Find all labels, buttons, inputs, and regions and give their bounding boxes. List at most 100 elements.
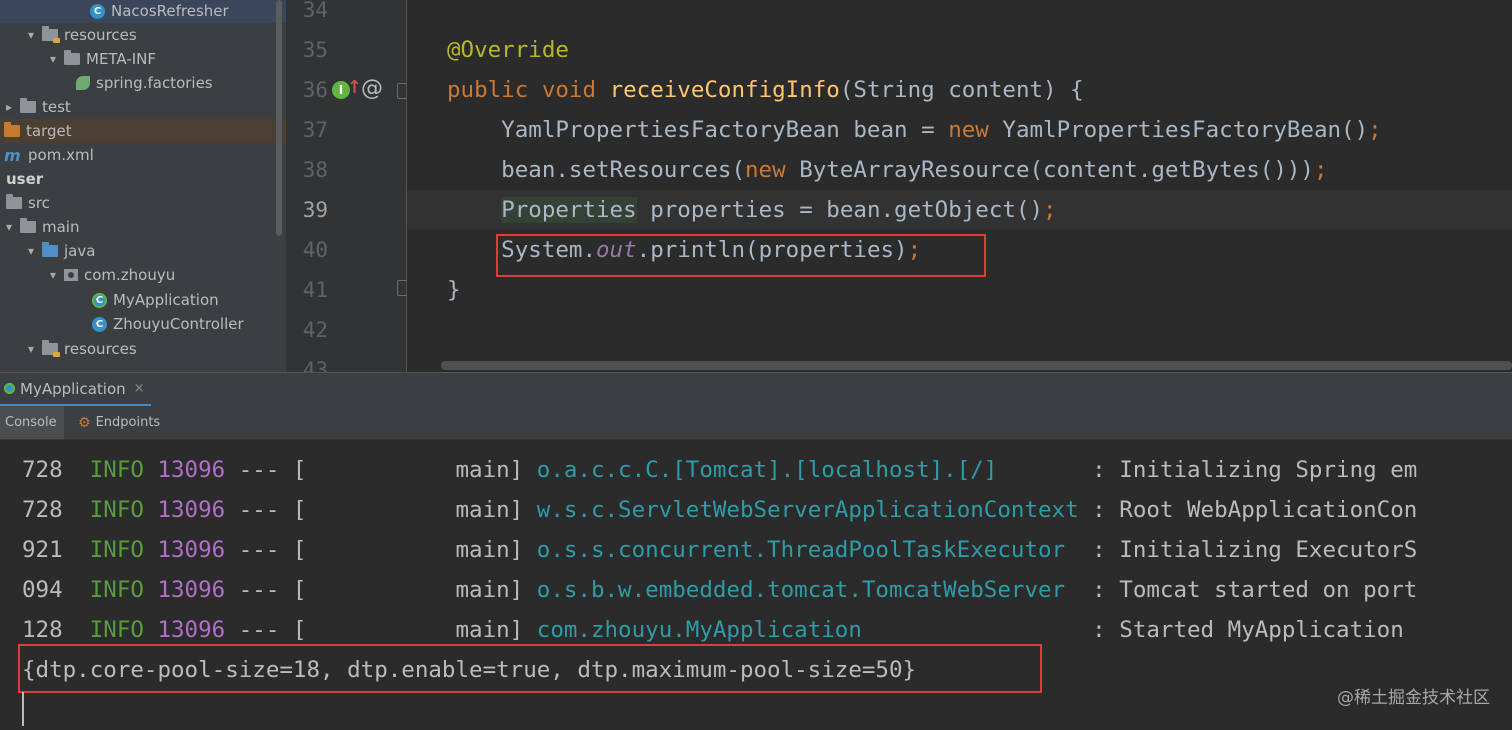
chevron-right-icon[interactable]: ▸ xyxy=(2,100,16,114)
log-thread: main] xyxy=(306,457,537,483)
tab-endpoints[interactable]: ⚙ Endpoints xyxy=(78,406,160,439)
code-token: ; xyxy=(1043,197,1057,223)
code-token: ; xyxy=(1368,117,1382,143)
line-number: 36 xyxy=(302,78,328,102)
log-pid: 13096 xyxy=(157,577,226,603)
folder-icon xyxy=(20,218,36,233)
log-thread: main] xyxy=(306,577,537,603)
code-token: public void xyxy=(447,77,610,103)
line-number: 42 xyxy=(302,318,328,342)
tree-item-label: spring.factories xyxy=(96,74,213,92)
chevron-down-icon[interactable]: ▾ xyxy=(24,342,38,356)
log-thread: main] xyxy=(306,617,537,643)
log-level: INFO xyxy=(89,457,144,483)
code-token: ; xyxy=(1313,157,1328,183)
folder-icon xyxy=(4,122,20,137)
tree-item-resources-2[interactable]: ▾ resources xyxy=(0,337,286,361)
log-thread: main] xyxy=(306,537,537,563)
tab-console[interactable]: Console xyxy=(0,406,64,439)
package-icon xyxy=(64,269,78,281)
tree-item-label: src xyxy=(28,194,50,212)
tree-item-zhouyucontroller[interactable]: C ZhouyuController xyxy=(0,312,286,336)
code-token: Properties xyxy=(501,197,637,223)
log-time: 921 xyxy=(22,537,63,563)
code-token: (String content) { xyxy=(839,77,1084,103)
code-editor[interactable]: @Override public void receiveConfigInfo(… xyxy=(407,0,1512,372)
log-logger: o.s.b.w.embedded.tomcat.TomcatWebServer xyxy=(536,577,1079,603)
folder-icon xyxy=(6,194,22,209)
tree-item-meta-inf[interactable]: ▾ META-INF xyxy=(0,47,286,71)
log-line: 921 INFO 13096 --- [ main] o.s.s.concurr… xyxy=(22,530,1417,570)
editor-horizontal-scrollbar[interactable] xyxy=(441,361,1512,370)
endpoints-icon: ⚙ xyxy=(78,414,91,431)
chevron-down-icon[interactable]: ▾ xyxy=(2,220,16,234)
code-token: new xyxy=(948,117,989,143)
tree-item-com-zhouyu[interactable]: ▾ com.zhouyu xyxy=(0,263,286,287)
tree-item-java[interactable]: ▾ java xyxy=(0,239,286,263)
class-icon: C xyxy=(92,292,107,308)
log-time: 094 xyxy=(22,577,63,603)
class-icon: C xyxy=(92,316,107,332)
tree-item-src[interactable]: src xyxy=(0,191,286,215)
tree-scrollbar[interactable] xyxy=(276,0,282,236)
log-line: 728 INFO 13096 --- [ main] o.a.c.c.C.[To… xyxy=(22,450,1417,490)
run-toolwindow-header: MyApplication × xyxy=(0,372,1512,407)
tree-item-nacosrefresher[interactable]: C NacosRefresher xyxy=(0,0,286,23)
log-message: : Initializing Spring em xyxy=(1078,457,1418,483)
chevron-down-icon[interactable]: ▾ xyxy=(46,52,60,66)
log-level: INFO xyxy=(89,537,144,563)
log-line: 728 INFO 13096 --- [ main] w.s.c.Servlet… xyxy=(22,490,1417,530)
log-sep: --- [ xyxy=(225,457,307,483)
log-message: : Root WebApplicationCon xyxy=(1078,497,1418,523)
log-level: INFO xyxy=(89,577,144,603)
chevron-down-icon[interactable]: ▾ xyxy=(24,28,38,42)
tree-item-spring-factories[interactable]: spring.factories xyxy=(0,71,286,95)
log-pid: 13096 xyxy=(157,497,226,523)
log-line: 094 INFO 13096 --- [ main] o.s.b.w.embed… xyxy=(22,570,1417,610)
log-thread: main] xyxy=(306,497,537,523)
line-number: 35 xyxy=(302,38,328,62)
log-time: 728 xyxy=(22,497,63,523)
tree-item-test[interactable]: ▸ test xyxy=(0,95,286,119)
editor-gutter: 34 35 36 37 38 39 40 41 42 43 I ↑ @ xyxy=(286,0,413,382)
log-sep: --- [ xyxy=(225,617,307,643)
tree-item-label: MyApplication xyxy=(113,291,219,309)
log-time: 728 xyxy=(22,457,63,483)
log-time: 128 xyxy=(22,617,63,643)
line-number: 38 xyxy=(302,158,328,182)
log-logger: o.s.s.concurrent.ThreadPoolTaskExecutor xyxy=(536,537,1079,563)
chevron-down-icon[interactable]: ▾ xyxy=(24,244,38,258)
run-subtabs: Console ⚙ Endpoints xyxy=(0,406,1512,440)
console-output[interactable]: 728 INFO 13096 --- [ main] o.a.c.c.C.[To… xyxy=(0,440,1512,730)
tree-item-pom-xml[interactable]: m pom.xml xyxy=(0,143,286,167)
override-icon[interactable]: @ xyxy=(361,76,383,101)
code-line-35: @Override xyxy=(447,37,569,63)
code-token: ByteArrayResource(content.getBytes())) xyxy=(785,157,1314,183)
line-number: 40 xyxy=(302,238,328,262)
watermark: @稀土掘金技术社区 xyxy=(1337,688,1490,708)
close-icon[interactable]: × xyxy=(134,381,145,396)
tab-console-label: Console xyxy=(5,415,57,430)
line-number: 39 xyxy=(302,198,328,222)
log-level: INFO xyxy=(89,497,144,523)
log-message: : Tomcat started on port xyxy=(1078,577,1418,603)
tree-item-resources[interactable]: ▾ resources xyxy=(0,23,286,47)
resources-folder-icon xyxy=(42,26,60,43)
tree-item-user-module[interactable]: user xyxy=(0,167,286,191)
code-line-38: bean.setResources(new ByteArrayResource(… xyxy=(447,150,1328,190)
tree-item-main[interactable]: ▾ main xyxy=(0,215,286,239)
run-tab-label: MyApplication xyxy=(20,379,126,398)
code-token: bean.setResources( xyxy=(447,157,746,183)
tree-item-target[interactable]: target xyxy=(0,119,286,143)
tree-item-label: resources xyxy=(64,26,137,44)
log-sep: --- [ xyxy=(225,497,307,523)
log-level: INFO xyxy=(89,617,144,643)
tree-item-label: resources xyxy=(64,340,137,358)
project-tree: C NacosRefresher ▾ resources ▾ META-INF … xyxy=(0,0,286,372)
chevron-down-icon[interactable]: ▾ xyxy=(46,268,60,282)
arrow-up-icon[interactable]: ↑ xyxy=(347,77,362,98)
code-token: receiveConfigInfo xyxy=(609,77,840,103)
run-tab-myapplication[interactable]: MyApplication × xyxy=(0,373,151,407)
tree-item-myapplication[interactable]: C MyApplication xyxy=(0,288,286,312)
